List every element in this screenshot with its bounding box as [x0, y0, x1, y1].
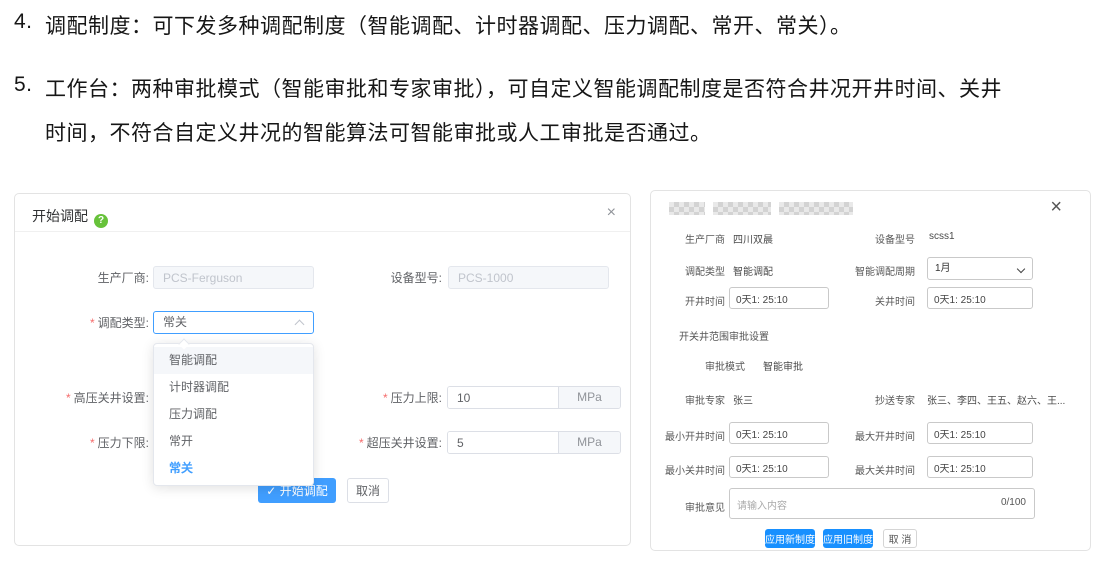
- comment-counter: 0/100: [1001, 497, 1026, 508]
- close-time-label: 关井时间: [837, 293, 915, 308]
- manufacturer-value: 四川双晨: [733, 231, 773, 246]
- smart-cycle-select[interactable]: 1月: [927, 257, 1033, 280]
- manufacturer-label: 生产厂商:: [15, 271, 149, 285]
- device-model-value: scss1: [929, 231, 955, 242]
- cancel-button[interactable]: 取 消: [883, 529, 917, 548]
- open-time-label: 开井时间: [659, 293, 725, 308]
- check-icon: ✓: [266, 484, 276, 498]
- max-close-time-field[interactable]: [927, 456, 1033, 478]
- dropdown-option-pressure[interactable]: 压力调配: [154, 401, 313, 428]
- mpa-unit: MPa: [558, 387, 620, 408]
- dropdown-option-smart[interactable]: 智能调配: [154, 347, 313, 374]
- dispatch-type-value: 智能调配: [733, 263, 773, 278]
- chevron-up-icon: [295, 320, 305, 330]
- approval-comment-label: 审批意见: [659, 499, 725, 514]
- dispatch-type-label: *调配类型:: [15, 316, 149, 330]
- required-icon: *: [66, 391, 71, 405]
- close-time-field[interactable]: [927, 287, 1033, 309]
- blurred-title: [669, 202, 853, 215]
- required-icon: *: [359, 436, 364, 450]
- max-open-time-field[interactable]: [927, 422, 1033, 444]
- doc-item-5-number: 5.: [14, 73, 33, 97]
- approval-comment-field[interactable]: 请输入内容 0/100: [729, 488, 1035, 519]
- help-icon[interactable]: ?: [94, 214, 108, 228]
- dispatch-type-dropdown: 智能调配 计时器调配 压力调配 常开 常关: [153, 343, 314, 486]
- doc-item-5-text-line1: 工作台：两种审批模式（智能审批和专家审批），可自定义智能调配制度是否符合井况开井…: [45, 73, 1002, 103]
- approval-mode-label: 审批模式: [705, 358, 745, 373]
- doc-item-4-number: 4.: [14, 10, 33, 34]
- mpa-unit: MPa: [558, 432, 620, 453]
- doc-item-4-text: 调配制度：可下发多种调配制度（智能调配、计时器调配、压力调配、常开、常关）。: [45, 10, 852, 40]
- chevron-down-icon: [1017, 265, 1025, 273]
- approval-expert-value: 张三: [733, 392, 753, 407]
- smart-cycle-label: 智能调配周期: [837, 263, 915, 278]
- required-icon: *: [383, 391, 388, 405]
- device-model-field[interactable]: [448, 266, 609, 289]
- overpressure-group: MPa: [447, 431, 621, 454]
- pressure-upper-label: *压力上限:: [315, 391, 442, 405]
- cc-expert-label: 抄送专家: [837, 392, 915, 407]
- pressure-upper-field[interactable]: [448, 387, 558, 408]
- dialog-title: 开始调配?: [32, 206, 108, 228]
- max-open-time-label: 最大开井时间: [837, 428, 915, 443]
- min-open-time-label: 最小开井时间: [659, 428, 725, 443]
- doc-item-5-text-line2: 时间，不符合自定义井况的智能算法可智能审批或人工审批是否通过。: [45, 117, 712, 147]
- required-icon: *: [90, 436, 95, 450]
- dispatch-type-label: 调配类型: [659, 263, 725, 278]
- apply-old-policy-button[interactable]: 应用旧制度: [823, 529, 873, 548]
- high-pressure-shutin-label: *高压关井设置:: [15, 391, 149, 405]
- smart-dispatch-approval-dialog: × 生产厂商 四川双晨 设备型号 scss1 调配类型 智能调配 智能调配周期 …: [650, 190, 1091, 551]
- cc-expert-value: 张三、李四、王五、赵六、王...: [927, 392, 1065, 407]
- dispatch-type-select[interactable]: 常关: [153, 311, 314, 334]
- apply-new-policy-button[interactable]: 应用新制度: [765, 529, 815, 548]
- close-icon[interactable]: ×: [607, 205, 616, 221]
- open-time-field[interactable]: [729, 287, 829, 309]
- close-icon[interactable]: ×: [1050, 199, 1062, 215]
- section-title-approval-settings: 开关井范围审批设置: [679, 328, 769, 343]
- cancel-button[interactable]: 取消: [347, 478, 389, 503]
- comment-placeholder: 请输入内容: [737, 497, 787, 512]
- dialog-header: 开始调配? ×: [15, 194, 630, 232]
- min-open-time-field[interactable]: [729, 422, 829, 444]
- start-dispatch-dialog: 开始调配? × 生产厂商: 设备型号: *调配类型: 常关 智能调配 计时器调配…: [14, 193, 631, 546]
- approval-expert-label: 审批专家: [659, 392, 725, 407]
- required-icon: *: [90, 316, 95, 330]
- manufacturer-field[interactable]: [153, 266, 314, 289]
- manufacturer-label: 生产厂商: [659, 231, 725, 246]
- device-model-label: 设备型号: [837, 231, 915, 246]
- dropdown-option-timer[interactable]: 计时器调配: [154, 374, 313, 401]
- device-model-label: 设备型号:: [315, 271, 442, 285]
- min-close-time-label: 最小关井时间: [659, 462, 725, 477]
- dropdown-option-always-closed[interactable]: 常关: [154, 455, 313, 482]
- pressure-lower-label: *压力下限:: [15, 436, 149, 450]
- overpressure-field[interactable]: [448, 432, 558, 453]
- overpressure-shutin-label: *超压关井设置:: [315, 436, 442, 450]
- min-close-time-field[interactable]: [729, 456, 829, 478]
- pressure-upper-group: MPa: [447, 386, 621, 409]
- max-close-time-label: 最大关井时间: [837, 462, 915, 477]
- dropdown-option-always-open[interactable]: 常开: [154, 428, 313, 455]
- approval-mode-value: 智能审批: [763, 358, 803, 373]
